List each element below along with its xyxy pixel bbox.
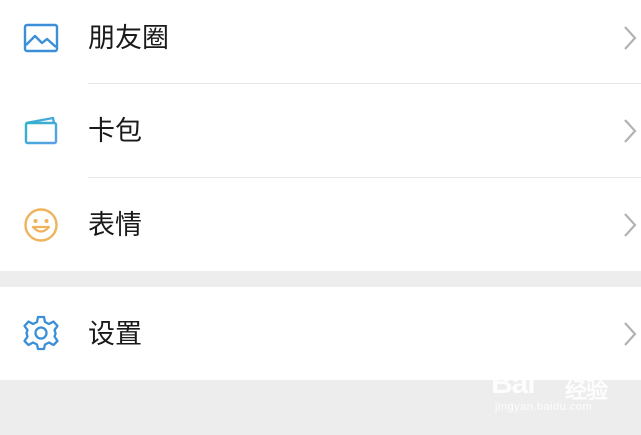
menu-item-cards[interactable]: 卡包 — [0, 84, 641, 177]
chevron-right-icon — [624, 119, 637, 143]
photo-icon — [22, 19, 60, 57]
menu-item-label: 设置 — [88, 319, 142, 350]
watermark-url: jingyan.baidu.com — [495, 401, 593, 413]
card-wallet-icon — [22, 112, 60, 150]
watermark-brand: Bai — [491, 367, 536, 400]
chevron-right-icon — [624, 26, 637, 50]
menu-item-label: 朋友圈 — [88, 23, 169, 54]
menu-item-label: 表情 — [88, 210, 142, 241]
menu-item-moments[interactable]: 朋友圈 — [0, 0, 641, 83]
chevron-right-icon — [624, 213, 637, 237]
chevron-right-icon — [624, 322, 637, 346]
smiley-icon — [22, 206, 60, 244]
menu-item-label: 卡包 — [88, 116, 142, 147]
baidu-watermark: Bai 经验 jingyan.baidu.com — [491, 363, 611, 415]
gear-icon — [22, 314, 60, 352]
menu-item-stickers[interactable]: 表情 — [0, 178, 641, 271]
menu-group-main: 朋友圈 卡包 表情 — [0, 0, 641, 271]
